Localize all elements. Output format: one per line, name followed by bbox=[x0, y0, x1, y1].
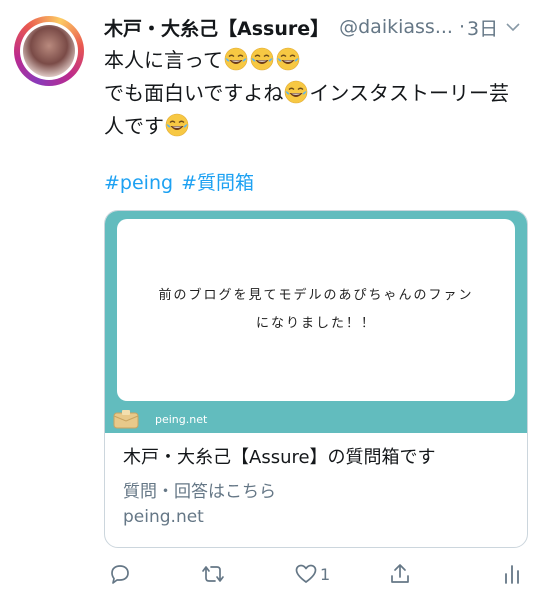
tweet-line-3: 人です bbox=[104, 110, 534, 143]
retweet-button[interactable] bbox=[200, 560, 226, 588]
analytics-button[interactable] bbox=[502, 560, 522, 588]
chevron-down-icon[interactable] bbox=[504, 18, 522, 36]
display-name[interactable]: 木戸・大糸己【Assure】 bbox=[104, 14, 329, 41]
tweet-line-text: でも面白いですよね bbox=[104, 81, 284, 105]
hashtag-peing[interactable]: #peing bbox=[104, 172, 173, 194]
heart-icon bbox=[295, 564, 317, 583]
timestamp[interactable]: 3日 bbox=[467, 14, 498, 41]
question-panel: 前のブログを見てモデルのあぴちゃんのファン になりました！！ bbox=[117, 219, 515, 401]
joy-emoji-icon bbox=[276, 47, 300, 71]
link-card[interactable]: 前のブログを見てモデルのあぴちゃんのファン になりました！！ peing.net… bbox=[104, 210, 528, 548]
tweet-line-1: 本人に言って bbox=[104, 44, 534, 77]
card-title: 木戸・大糸己【Assure】の質問箱です bbox=[123, 447, 436, 468]
reply-button[interactable] bbox=[108, 560, 132, 588]
question-text-line-2: になりました！！ bbox=[255, 316, 376, 331]
joy-emoji-icon bbox=[165, 113, 189, 137]
user-handle[interactable]: @daikiass... bbox=[339, 16, 453, 38]
tweet-line-text: 本人に言って bbox=[104, 48, 223, 72]
joy-emoji-icon bbox=[284, 80, 308, 104]
reply-icon bbox=[111, 565, 129, 584]
share-icon bbox=[391, 564, 409, 583]
site-label: peing.net bbox=[155, 413, 208, 426]
action-bar: 1 bbox=[104, 556, 534, 592]
hashtag-question-box[interactable]: #質問箱 bbox=[181, 172, 254, 194]
peing-box-icon bbox=[113, 410, 139, 429]
retweet-icon bbox=[202, 566, 224, 582]
tweet-line-2: でも面白いですよね インスタストーリー芸 bbox=[104, 77, 534, 110]
separator-dot: · bbox=[458, 16, 465, 38]
hashtag-list: #peing #質問箱 bbox=[104, 168, 262, 195]
tweet-header: 木戸・大糸己【Assure】 @daikiass... · 3日 bbox=[104, 12, 534, 42]
card-url: peing.net bbox=[123, 507, 204, 527]
joy-emoji-icon bbox=[250, 47, 274, 71]
avatar-photo bbox=[23, 25, 75, 77]
analytics-icon bbox=[505, 565, 519, 584]
avatar-frame bbox=[20, 22, 78, 80]
question-text-line-1: 前のブログを見てモデルのあぴちゃんのファン bbox=[158, 288, 474, 303]
tweet-line-text: 人です bbox=[104, 114, 164, 138]
card-description: 質問・回答はこちら bbox=[123, 482, 276, 502]
like-count: 1 bbox=[320, 564, 331, 584]
share-button[interactable] bbox=[388, 560, 412, 588]
like-button[interactable]: 1 bbox=[294, 560, 330, 588]
card-image[interactable]: 前のブログを見てモデルのあぴちゃんのファン になりました！！ peing.net bbox=[105, 211, 527, 433]
joy-emoji-icon bbox=[224, 47, 248, 71]
tweet-text: 本人に言って でも面白いですよね インスタストーリー芸 人です bbox=[104, 44, 534, 143]
tweet-line-text: インスタストーリー芸 bbox=[309, 81, 510, 105]
avatar[interactable] bbox=[14, 16, 84, 86]
